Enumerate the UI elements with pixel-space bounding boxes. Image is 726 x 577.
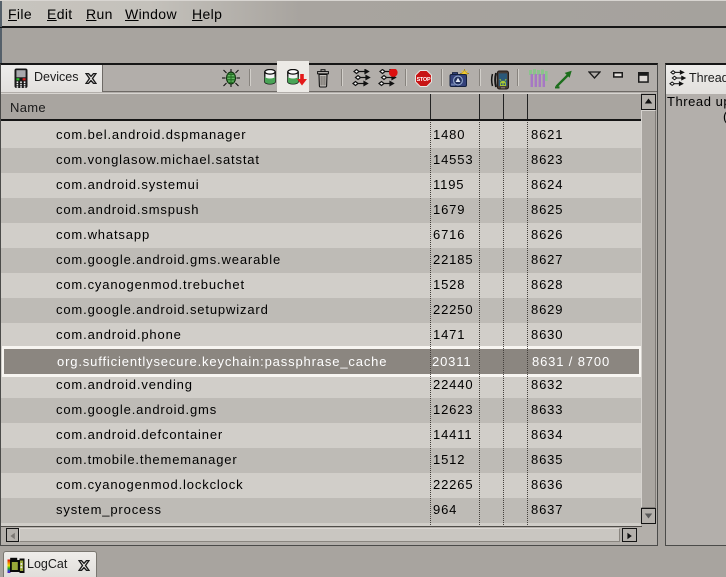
svg-text:STOP: STOP	[417, 77, 431, 83]
